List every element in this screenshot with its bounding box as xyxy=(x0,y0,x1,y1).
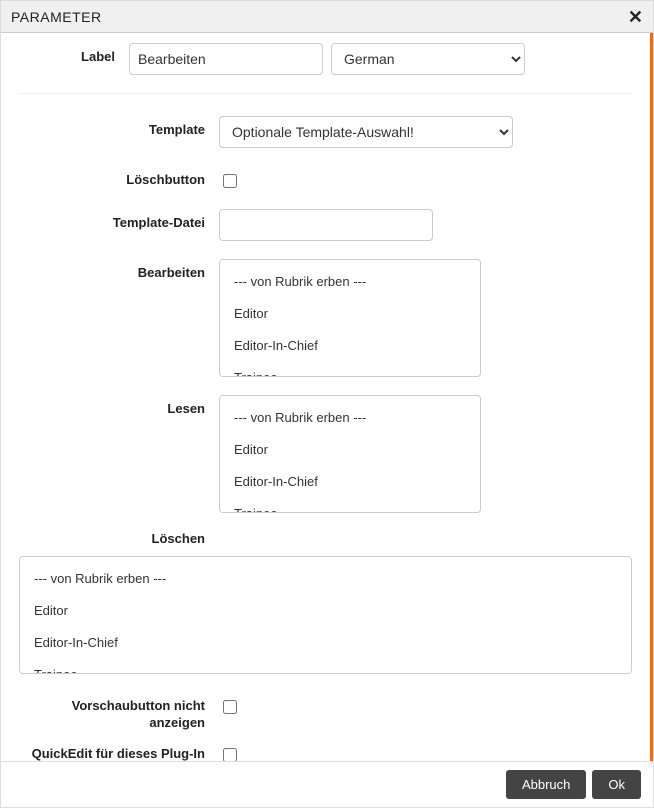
previewhide-controls xyxy=(219,692,632,717)
dialog-footer: Abbruch Ok xyxy=(1,761,653,807)
row-quickedit: QuickEdit für dieses Plug-In deaktiviere… xyxy=(19,740,632,761)
list-item[interactable]: Trainee xyxy=(220,362,480,377)
row-templatefile: Template-Datei xyxy=(19,209,632,241)
dialog-title: PARAMETER xyxy=(11,9,102,25)
row-delete: Löschen --- von Rubrik erben --- Editor … xyxy=(19,531,632,674)
read-controls: --- von Rubrik erben --- Editor Editor-I… xyxy=(219,395,632,513)
label-template: Template xyxy=(19,116,219,139)
list-item[interactable]: Trainee xyxy=(220,498,480,513)
row-read: Lesen --- von Rubrik erben --- Editor Ed… xyxy=(19,395,632,513)
label-label: Label xyxy=(19,43,129,66)
templatefile-controls xyxy=(219,209,632,241)
label-controls: German xyxy=(129,43,632,75)
list-item[interactable]: --- von Rubrik erben --- xyxy=(220,402,480,434)
list-item[interactable]: Editor xyxy=(20,595,631,627)
label-delete: Löschen xyxy=(19,531,219,548)
row-template: Template Optionale Template-Auswahl! xyxy=(19,116,632,148)
row-previewhide: Vorschaubutton nicht anzeigen xyxy=(19,692,632,732)
list-item[interactable]: --- von Rubrik erben --- xyxy=(20,563,631,595)
template-controls: Optionale Template-Auswahl! xyxy=(219,116,632,148)
cancel-button[interactable]: Abbruch xyxy=(506,770,586,799)
row-deletebutton: Löschbutton xyxy=(19,166,632,191)
templatefile-input[interactable] xyxy=(219,209,433,241)
dialog-header: PARAMETER ✕ xyxy=(1,1,653,33)
read-listbox[interactable]: --- von Rubrik erben --- Editor Editor-I… xyxy=(219,395,481,513)
row-edit: Bearbeiten --- von Rubrik erben --- Edit… xyxy=(19,259,632,377)
parameter-dialog: PARAMETER ✕ Label German Template Option… xyxy=(0,0,654,808)
edit-controls: --- von Rubrik erben --- Editor Editor-I… xyxy=(219,259,632,377)
close-icon[interactable]: ✕ xyxy=(628,8,643,26)
list-item[interactable]: Editor xyxy=(220,298,480,330)
deletebutton-controls xyxy=(219,166,632,191)
label-edit: Bearbeiten xyxy=(19,259,219,282)
label-deletebutton: Löschbutton xyxy=(19,166,219,189)
previewhide-checkbox[interactable] xyxy=(223,700,237,714)
template-select[interactable]: Optionale Template-Auswahl! xyxy=(219,116,513,148)
list-item[interactable]: Editor xyxy=(220,434,480,466)
delete-listbox[interactable]: --- von Rubrik erben --- Editor Editor-I… xyxy=(19,556,632,674)
list-item[interactable]: Editor-In-Chief xyxy=(220,466,480,498)
list-item[interactable]: --- von Rubrik erben --- xyxy=(220,266,480,298)
deletebutton-checkbox[interactable] xyxy=(223,174,237,188)
row-label: Label German xyxy=(19,43,632,94)
list-item[interactable]: Editor-In-Chief xyxy=(20,627,631,659)
edit-listbox[interactable]: --- von Rubrik erben --- Editor Editor-I… xyxy=(219,259,481,377)
quickedit-checkbox[interactable] xyxy=(223,748,237,761)
label-read: Lesen xyxy=(19,395,219,418)
label-templatefile: Template-Datei xyxy=(19,209,219,232)
label-previewhide: Vorschaubutton nicht anzeigen xyxy=(19,692,219,732)
label-quickedit: QuickEdit für dieses Plug-In deaktiviere… xyxy=(19,740,219,761)
dialog-body[interactable]: Label German Template Optionale Template… xyxy=(1,33,653,761)
language-select[interactable]: German xyxy=(331,43,525,75)
label-input[interactable] xyxy=(129,43,323,75)
list-item[interactable]: Editor-In-Chief xyxy=(220,330,480,362)
list-item[interactable]: Trainee xyxy=(20,659,631,674)
quickedit-controls xyxy=(219,740,632,761)
ok-button[interactable]: Ok xyxy=(592,770,641,799)
